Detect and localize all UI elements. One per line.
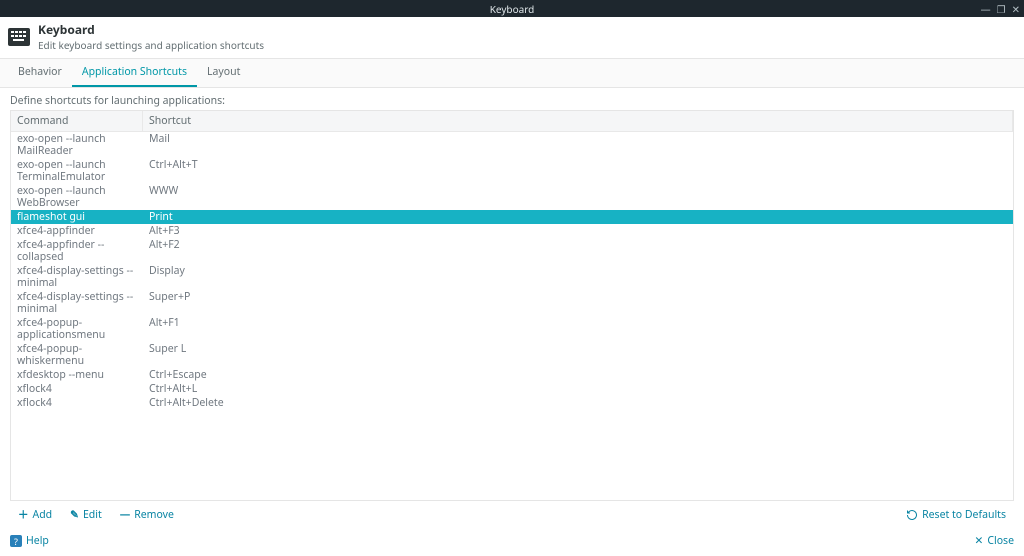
cell-command: xflock4 <box>11 396 143 410</box>
table-row[interactable]: exo-open --launch WebBrowserWWW <box>11 184 1013 210</box>
cell-shortcut: Ctrl+Alt+Delete <box>143 396 1013 410</box>
footer: ? Help ✕ Close <box>0 528 1024 556</box>
edit-label: Edit <box>83 508 102 522</box>
tabs: Behavior Application Shortcuts Layout <box>0 59 1024 88</box>
column-shortcut[interactable]: Shortcut <box>143 111 1013 131</box>
window-title: Keyboard <box>490 2 535 16</box>
header: Keyboard Edit keyboard settings and appl… <box>0 17 1024 59</box>
cell-command: exo-open --launch TerminalEmulator <box>11 158 143 184</box>
table-row[interactable]: xfce4-appfinder --collapsedAlt+F2 <box>11 238 1013 264</box>
keyboard-icon <box>8 28 30 46</box>
table-row[interactable]: xfdesktop --menuCtrl+Escape <box>11 368 1013 382</box>
cell-shortcut: Super+P <box>143 290 1013 316</box>
cell-command: exo-open --launch WebBrowser <box>11 184 143 210</box>
table-row[interactable]: flameshot guiPrint <box>11 210 1013 224</box>
cell-command: flameshot gui <box>11 210 143 224</box>
remove-label: Remove <box>134 508 174 522</box>
cell-shortcut: WWW <box>143 184 1013 210</box>
table-row[interactable]: xfce4-appfinderAlt+F3 <box>11 224 1013 238</box>
cell-command: xfce4-appfinder <box>11 224 143 238</box>
help-icon: ? <box>10 535 22 547</box>
cell-shortcut: Ctrl+Alt+T <box>143 158 1013 184</box>
shortcuts-table: Command Shortcut exo-open --launch MailR… <box>10 110 1014 501</box>
cell-command: xflock4 <box>11 382 143 396</box>
add-button[interactable]: ＋ Add <box>18 507 52 522</box>
cell-command: xfce4-display-settings --minimal <box>11 264 143 290</box>
help-label: Help <box>26 534 49 548</box>
cell-shortcut: Display <box>143 264 1013 290</box>
pencil-icon: ✎ <box>70 508 79 522</box>
plus-icon: ＋ <box>18 507 29 522</box>
table-row[interactable]: xfce4-display-settings --minimalDisplay <box>11 264 1013 290</box>
table-row[interactable]: xfce4-popup-whiskermenuSuper L <box>11 342 1013 368</box>
table-row[interactable]: xfce4-display-settings --minimalSuper+P <box>11 290 1013 316</box>
help-button[interactable]: ? Help <box>10 534 49 548</box>
close-window-icon[interactable]: ✕ <box>1012 4 1020 14</box>
table-row[interactable]: exo-open --launch TerminalEmulatorCtrl+A… <box>11 158 1013 184</box>
cell-command: exo-open --launch MailReader <box>11 132 143 158</box>
table-row[interactable]: exo-open --launch MailReaderMail <box>11 132 1013 158</box>
column-command[interactable]: Command <box>11 111 143 131</box>
description-label: Define shortcuts for launching applicati… <box>10 94 1014 108</box>
cell-shortcut: Mail <box>143 132 1013 158</box>
table-header: Command Shortcut <box>11 111 1013 132</box>
maximize-icon[interactable]: ❐ <box>997 4 1006 14</box>
cell-shortcut: Print <box>143 210 1013 224</box>
edit-button[interactable]: ✎ Edit <box>70 508 102 522</box>
reset-defaults-button[interactable]: Reset to Defaults <box>906 508 1006 522</box>
cell-command: xfce4-appfinder --collapsed <box>11 238 143 264</box>
titlebar: Keyboard — ❐ ✕ <box>0 0 1024 17</box>
cell-shortcut: Alt+F3 <box>143 224 1013 238</box>
tab-layout[interactable]: Layout <box>197 59 250 87</box>
remove-button[interactable]: — Remove <box>120 508 174 522</box>
close-icon: ✕ <box>975 534 984 548</box>
cell-command: xfce4-popup-whiskermenu <box>11 342 143 368</box>
cell-command: xfdesktop --menu <box>11 368 143 382</box>
tab-behavior[interactable]: Behavior <box>8 59 72 87</box>
close-button[interactable]: ✕ Close <box>975 534 1014 548</box>
cell-command: xfce4-display-settings --minimal <box>11 290 143 316</box>
tab-application-shortcuts[interactable]: Application Shortcuts <box>72 59 197 87</box>
cell-shortcut: Alt+F1 <box>143 316 1013 342</box>
page-subtitle: Edit keyboard settings and application s… <box>38 38 264 52</box>
toolbar: ＋ Add ✎ Edit — Remove Reset to Defaults <box>10 501 1014 524</box>
add-label: Add <box>33 508 53 522</box>
cell-command: xfce4-popup-applicationsmenu <box>11 316 143 342</box>
cell-shortcut: Ctrl+Escape <box>143 368 1013 382</box>
cell-shortcut: Super L <box>143 342 1013 368</box>
cell-shortcut: Ctrl+Alt+L <box>143 382 1013 396</box>
cell-shortcut: Alt+F2 <box>143 238 1013 264</box>
minus-icon: — <box>120 508 131 522</box>
table-row[interactable]: xflock4Ctrl+Alt+Delete <box>11 396 1013 410</box>
table-row[interactable]: xfce4-popup-applicationsmenuAlt+F1 <box>11 316 1013 342</box>
window-controls: — ❐ ✕ <box>981 0 1020 17</box>
reset-icon <box>906 509 918 521</box>
table-body: exo-open --launch MailReaderMailexo-open… <box>11 132 1013 500</box>
page-title: Keyboard <box>38 21 264 38</box>
table-row[interactable]: xflock4Ctrl+Alt+L <box>11 382 1013 396</box>
close-label: Close <box>987 534 1014 548</box>
reset-label: Reset to Defaults <box>922 508 1006 522</box>
main-panel: Define shortcuts for launching applicati… <box>0 88 1024 528</box>
minimize-icon[interactable]: — <box>981 4 991 14</box>
